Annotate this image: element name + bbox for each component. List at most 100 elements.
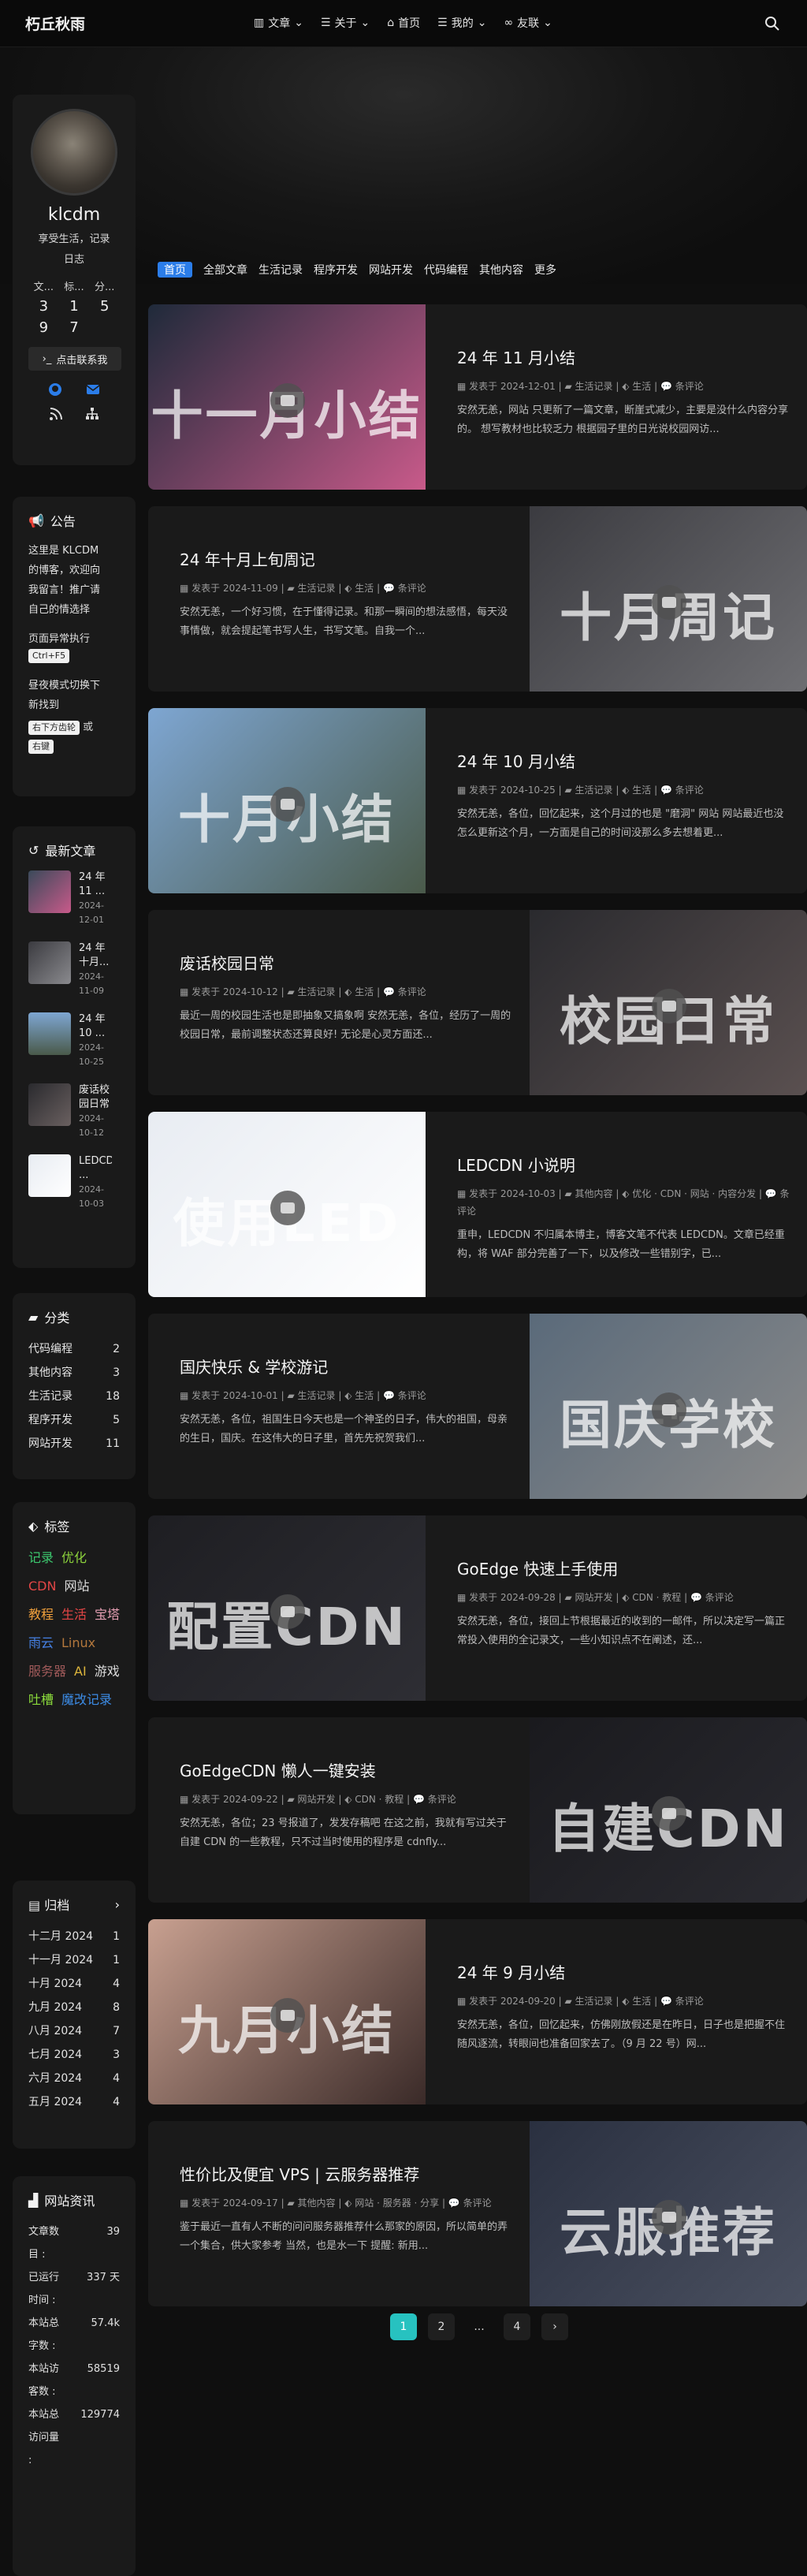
avatar[interactable] <box>31 109 117 196</box>
post-cover-image[interactable]: 使用LED <box>148 1112 426 1297</box>
tag-item[interactable]: 记录 <box>28 1546 54 1570</box>
category-item[interactable]: 其他内容 3 <box>28 1361 120 1385</box>
category-item[interactable]: 程序开发 5 <box>28 1408 120 1432</box>
post-title[interactable]: 24 年 9 月小结 <box>457 1960 791 1983</box>
post-meta: ▦ 发表于 2024-09-17 | ▰ 其他内容 | ⬖ 网站 · 服务器 ·… <box>180 2198 492 2209</box>
recent-item[interactable]: LEDCDN ...2024-10-03 <box>28 1154 120 1211</box>
post-cover-image[interactable]: 配置CDN <box>148 1515 426 1701</box>
tag-item[interactable]: 吐槽 <box>28 1688 54 1712</box>
post-title[interactable]: 国庆快乐 & 学校游记 <box>180 1355 514 1377</box>
catbar-item[interactable]: 代码编程 <box>424 262 468 278</box>
post-title[interactable]: LEDCDN 小说明 <box>457 1153 791 1176</box>
email-icon[interactable] <box>85 382 101 397</box>
post-title[interactable]: 性价比及便宜 VPS | 云服务器推荐 <box>180 2162 514 2185</box>
catbar-item[interactable]: 其他内容 <box>479 262 523 278</box>
post-cover-image[interactable]: 校园日常 <box>530 910 807 1095</box>
recent-item[interactable]: 24 年 11 ... 2024-12-01 <box>28 870 120 927</box>
recent-thumbnail[interactable] <box>28 941 71 984</box>
github-icon[interactable] <box>47 382 63 397</box>
home-icon: ⌂ <box>387 17 395 29</box>
tag-item[interactable]: 教程 <box>28 1603 54 1627</box>
post-title[interactable]: 废话校园日常 <box>180 951 514 974</box>
post-card[interactable]: 十一月小结 24 年 11 月小结 ▦ 发表于 2024-12-01 | ▰ 生活记… <box>148 304 807 490</box>
catbar-item[interactable]: 更多 <box>534 262 556 278</box>
tag-item[interactable]: 游戏 <box>95 1660 120 1683</box>
tag-item[interactable]: 雨云 <box>28 1631 54 1655</box>
post-card[interactable]: 十月周记 24 年十月上旬周记 ▦ 发表于 2024-11-09 | ▰ 生活记录 … <box>148 506 807 692</box>
post-cover-image[interactable]: 十一月小结 <box>148 304 426 490</box>
post-cover-image[interactable]: 国庆学校 <box>530 1314 807 1499</box>
page-1-button[interactable]: 1 <box>390 2313 417 2340</box>
menu-item-mine[interactable]: ☰ 我的 ⌄ <box>437 15 486 31</box>
menu-item-articles[interactable]: ▥ 文章 ⌄ <box>254 15 303 31</box>
tag-item[interactable]: 魔改记录 <box>61 1688 112 1712</box>
post-card[interactable]: 云服推荐性价比及便宜 VPS | 云服务器推荐 ▦ 发表于 2024-09-17 … <box>148 2121 807 2306</box>
post-card[interactable]: 自建CDN GoEdgeCDN 懒人一键安装 ▦ 发表于 2024-09-22 | … <box>148 1717 807 1903</box>
logo-badge-icon <box>652 2200 686 2235</box>
page-2-button[interactable]: 2 <box>428 2313 455 2340</box>
next-page-button[interactable]: › <box>541 2313 568 2340</box>
post-title[interactable]: GoEdge 快速上手使用 <box>457 1556 791 1579</box>
recent-thumbnail[interactable] <box>28 1154 71 1197</box>
site-logo[interactable]: 朽丘秋雨 <box>25 13 85 34</box>
catbar-item[interactable]: 网站开发 <box>369 262 413 278</box>
tag-item[interactable]: Linux <box>61 1631 95 1655</box>
recent-item[interactable]: 废话校园日常 2024-10-12 <box>28 1083 120 1140</box>
post-card[interactable]: 国庆学校国庆快乐 & 学校游记 ▦ 发表于 2024-10-01 | ▰ 生活记录… <box>148 1314 807 1499</box>
catbar-item[interactable]: 首页 <box>158 262 192 278</box>
tag-item[interactable]: 优化 <box>61 1546 87 1570</box>
post-cover-image[interactable]: 九月小结 <box>148 1919 426 2104</box>
post-card[interactable]: 九月小结 24 年 9 月小结 ▦ 发表于 2024-09-20 | ▰ 生活记录 … <box>148 1919 807 2104</box>
archive-item[interactable]: 五月 2024 4 <box>28 2090 120 2114</box>
chevron-right-icon[interactable]: › <box>115 1897 120 1912</box>
search-button[interactable] <box>763 14 782 33</box>
recent-item[interactable]: 24 年十月... 2024-11-09 <box>28 941 120 998</box>
post-excerpt: 安然无恙，各位，祖国生日今天也是一个神圣的日子，伟大的祖国，母亲的生日，国庆。在… <box>180 1414 508 1445</box>
catbar-item[interactable]: 生活记录 <box>258 262 303 278</box>
catbar-item[interactable]: 全部文章 <box>203 262 247 278</box>
post-cover-image[interactable]: 十月周记 <box>530 506 807 692</box>
post-title[interactable]: 24 年 11 月小结 <box>457 345 791 368</box>
post-card[interactable]: 配置CDN GoEdge 快速上手使用 ▦ 发表于 2024-09-28 | ▰ 网… <box>148 1515 807 1701</box>
post-card[interactable]: 校园日常废话校园日常 ▦ 发表于 2024-10-12 | ▰ 生活记录 | ⬖ … <box>148 910 807 1095</box>
archive-item[interactable]: 九月 2024 8 <box>28 1996 120 2019</box>
recent-thumbnail[interactable] <box>28 1012 71 1055</box>
post-cover-image[interactable]: 云服推荐 <box>530 2121 807 2306</box>
post-title[interactable]: GoEdgeCDN 懒人一键安装 <box>180 1758 514 1781</box>
contact-button[interactable]: ›_ 点击联系我 <box>28 347 121 371</box>
post-card[interactable]: 使用LED LEDCDN 小说明 ▦ 发表于 2024-10-03 | ▰ 其他内容… <box>148 1112 807 1297</box>
tag-item[interactable]: AI <box>74 1660 87 1683</box>
archive-item[interactable]: 十一月 2024 1 <box>28 1948 120 1972</box>
category-item[interactable]: 网站开发 11 <box>28 1432 120 1456</box>
tag-item[interactable]: CDN <box>28 1575 56 1598</box>
recent-item[interactable]: 24 年 10 ... 2024-10-25 <box>28 1012 120 1069</box>
recent-thumbnail[interactable] <box>28 870 71 913</box>
post-cover-image[interactable]: 自建CDN <box>530 1717 807 1903</box>
post-cover-image[interactable]: 十月小结 <box>148 708 426 893</box>
page-4-button[interactable]: 4 <box>504 2313 530 2340</box>
archive-item[interactable]: 十月 2024 4 <box>28 1972 120 1996</box>
rss-icon[interactable] <box>49 407 63 421</box>
catbar-item[interactable]: 程序开发 <box>314 262 358 278</box>
archive-item[interactable]: 八月 2024 7 <box>28 2019 120 2043</box>
tag-item[interactable]: 网站 <box>64 1575 89 1598</box>
kbd-gear: 右下方齿轮 <box>28 721 80 735</box>
archive-item[interactable]: 七月 2024 3 <box>28 2043 120 2067</box>
author-description: 享受生活，记录 日志 <box>38 233 110 266</box>
post-title[interactable]: 24 年 10 月小结 <box>457 749 791 772</box>
menu-item-friends[interactable]: ∞ 友联 ⌄ <box>504 15 552 31</box>
archive-item[interactable]: 十二月 2024 1 <box>28 1925 120 1948</box>
category-item[interactable]: 代码编程 2 <box>28 1337 120 1361</box>
sitemap-icon[interactable] <box>85 407 99 421</box>
tag-item[interactable]: 宝塔 <box>95 1603 120 1627</box>
recent-thumbnail[interactable] <box>28 1083 71 1126</box>
comments-icon: 💬 <box>448 2198 460 2209</box>
menu-item-about[interactable]: ☰ 关于 ⌄ <box>321 15 370 31</box>
archive-item[interactable]: 六月 2024 4 <box>28 2067 120 2090</box>
tag-item[interactable]: 生活 <box>61 1603 87 1627</box>
post-card[interactable]: 十月小结 24 年 10 月小结 ▦ 发表于 2024-10-25 | ▰ 生活记录… <box>148 708 807 893</box>
post-title[interactable]: 24 年十月上旬周记 <box>180 547 514 570</box>
category-item[interactable]: 生活记录 18 <box>28 1385 120 1408</box>
tag-item[interactable]: 服务器 <box>28 1660 66 1683</box>
menu-item-home[interactable]: ⌂ 首页 <box>387 15 420 31</box>
